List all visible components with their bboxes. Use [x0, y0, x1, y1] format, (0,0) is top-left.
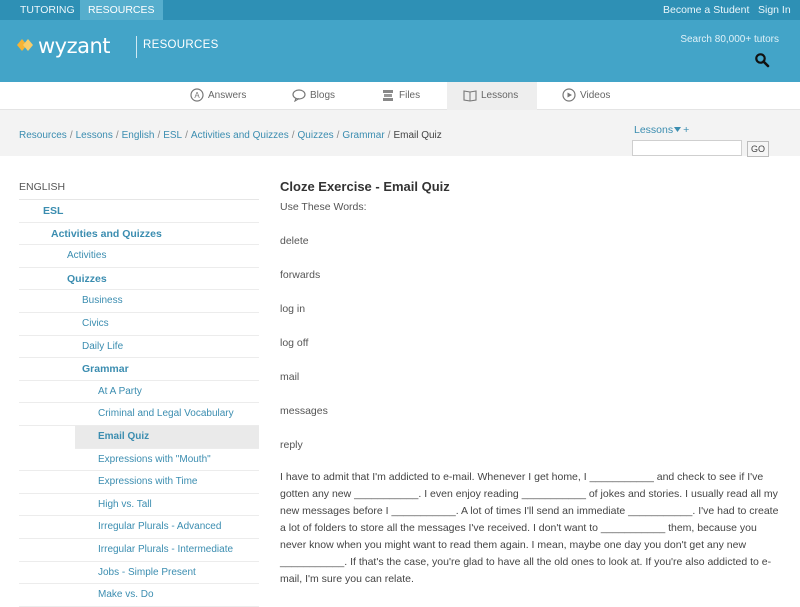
sidebar: ENGLISH ESL Activities and Quizzes Activ…	[19, 178, 259, 607]
sign-in-link[interactable]: Sign In	[758, 0, 791, 20]
search-scope-plus: +	[683, 124, 690, 136]
word-item: delete	[280, 235, 309, 247]
breadcrumb-quizzes[interactable]: Quizzes	[298, 130, 334, 141]
breadcrumb-grammar[interactable]: Grammar	[342, 130, 384, 141]
nav-lessons[interactable]: Lessons	[447, 82, 537, 110]
breadcrumb: Resources / Lessons / English / ESL / Activities…	[19, 130, 442, 141]
sidebar-item-grammar[interactable]: Grammar	[19, 358, 259, 381]
tab-resources[interactable]: RESOURCES	[80, 0, 163, 20]
sidebar-item-high-vs-tall[interactable]: High vs. Tall	[19, 494, 259, 517]
word-item: messages	[280, 405, 328, 417]
logo-subtitle: RESOURCES	[143, 39, 219, 51]
top-bar: TUTORING RESOURCES Become a Student Sign…	[0, 0, 800, 20]
lessons-icon	[463, 90, 477, 102]
sidebar-item-esl[interactable]: ESL	[19, 200, 259, 223]
breadcrumb-current: Email Quiz	[393, 130, 442, 141]
word-item: log off	[280, 337, 309, 349]
nav-lessons-label: Lessons	[481, 90, 519, 101]
search-scope-dropdown[interactable]: Lessons +	[634, 124, 689, 136]
files-icon	[383, 90, 393, 101]
sidebar-item-irregular-plurals-advanced[interactable]: Irregular Plurals - Advanced	[19, 516, 259, 539]
nav-answers-label: Answers	[208, 90, 247, 101]
nav-files-label: Files	[399, 90, 421, 101]
resource-nav: A Answers Blogs Files Lessons Videos	[0, 82, 800, 110]
tab-tutoring[interactable]: TUTORING	[12, 0, 83, 20]
nav-answers[interactable]: A Answers	[190, 82, 246, 110]
sidebar-item-expressions-mouth[interactable]: Expressions with "Mouth"	[19, 449, 259, 472]
word-item: log in	[280, 303, 306, 315]
sidebar-item-business[interactable]: Business	[19, 290, 259, 313]
use-words-label: Use These Words:	[280, 201, 367, 213]
sidebar-item-expressions-time[interactable]: Expressions with Time	[19, 471, 259, 494]
breadcrumb-lessons[interactable]: Lessons	[76, 130, 113, 141]
sidebar-item-irregular-plurals-intermediate[interactable]: Irregular Plurals - Intermediate	[19, 539, 259, 562]
search-scope-label: Lessons	[634, 124, 674, 136]
nav-files[interactable]: Files	[381, 82, 420, 110]
videos-icon	[562, 88, 576, 102]
logo-divider	[136, 36, 137, 58]
sidebar-item-activities[interactable]: Activities	[19, 245, 259, 268]
word-item: mail	[280, 371, 300, 383]
sidebar-item-quizzes[interactable]: Quizzes	[19, 268, 259, 291]
search-icon[interactable]	[754, 52, 770, 68]
sidebar-heading: ENGLISH	[19, 178, 259, 200]
breadcrumb-activities-and-quizzes[interactable]: Activities and Quizzes	[191, 130, 289, 141]
blogs-icon	[292, 89, 306, 103]
site-header: wyzant RESOURCES Search 80,000+ tutors	[0, 20, 800, 82]
breadcrumb-english[interactable]: English	[122, 130, 155, 141]
breadcrumb-esl[interactable]: ESL	[163, 130, 182, 141]
go-button[interactable]: GO	[747, 141, 769, 157]
svg-text:A: A	[194, 91, 200, 100]
sidebar-item-activities-and-quizzes[interactable]: Activities and Quizzes	[19, 223, 259, 246]
caret-down-icon	[674, 127, 682, 132]
site-search-input[interactable]	[632, 140, 742, 156]
nav-videos[interactable]: Videos	[562, 82, 610, 110]
nav-blogs-label: Blogs	[310, 90, 336, 101]
sidebar-item-criminal-legal-vocabulary[interactable]: Criminal and Legal Vocabulary	[19, 403, 259, 426]
nav-blogs[interactable]: Blogs	[292, 82, 335, 110]
answers-icon: A	[190, 88, 204, 102]
sidebar-item-daily-life[interactable]: Daily Life	[19, 336, 259, 359]
sidebar-item-jobs-simple-present[interactable]: Jobs - Simple Present	[19, 562, 259, 585]
sidebar-item-civics[interactable]: Civics	[19, 313, 259, 336]
breadcrumb-resources[interactable]: Resources	[19, 130, 67, 141]
page-title: Cloze Exercise - Email Quiz	[280, 179, 450, 194]
word-item: reply	[280, 439, 303, 451]
nav-videos-label: Videos	[580, 90, 611, 101]
become-student-link[interactable]: Become a Student	[663, 0, 749, 20]
lesson-content: Cloze Exercise - Email Quiz Use These Wo…	[280, 178, 785, 585]
logo-mark-icon	[17, 39, 33, 51]
word-item: forwards	[280, 269, 321, 281]
cloze-paragraph: I have to admit that I'm addicted to e-m…	[280, 471, 779, 585]
sidebar-item-at-a-party[interactable]: At A Party	[19, 381, 259, 404]
sidebar-item-email-quiz[interactable]: Email Quiz	[75, 425, 259, 449]
search-tutors-note: Search 80,000+ tutors	[680, 34, 779, 45]
logo-text: wyzant	[38, 34, 111, 58]
sidebar-item-make-vs-do[interactable]: Make vs. Do	[19, 584, 259, 607]
